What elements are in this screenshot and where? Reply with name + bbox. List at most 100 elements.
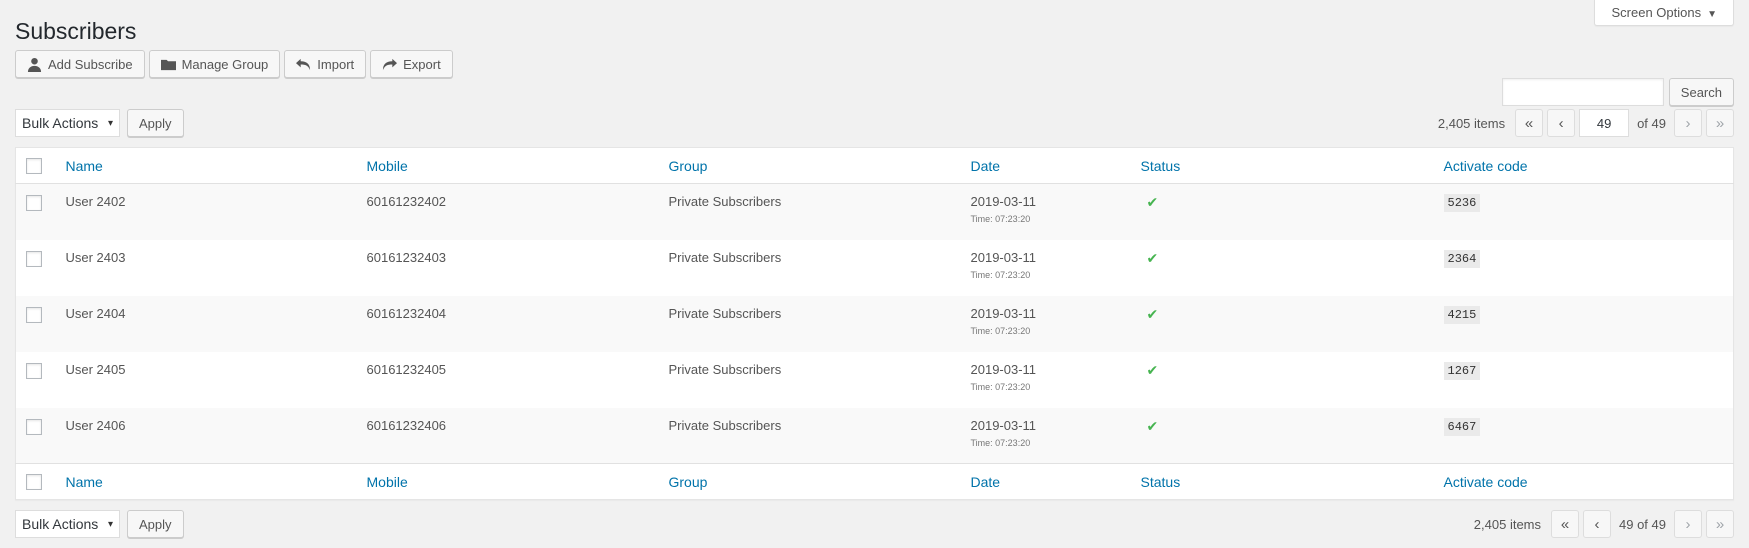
time-value: Time: 07:23:20 <box>970 381 1031 392</box>
cell-date: 2019-03-11 Time: 07:23:20 <box>961 240 1131 296</box>
cell-name: User 2404 <box>65 305 126 321</box>
current-page-input[interactable]: 49 <box>1579 109 1630 137</box>
select-all-cell <box>15 147 56 184</box>
date-value: 2019-03-11 <box>970 305 1037 321</box>
activate-code-value: 6467 <box>1443 417 1481 436</box>
next-page-button: › <box>1674 109 1702 137</box>
column-status-footer[interactable]: Status <box>1130 463 1434 500</box>
cell-status: ✔ <box>1131 352 1434 408</box>
first-page-button-bottom[interactable]: « <box>1551 510 1579 538</box>
row-select-cell <box>16 240 56 296</box>
action-toolbar: Add Subscribe Manage Group Import Export <box>15 50 453 78</box>
cell-date: 2019-03-11 Time: 07:23:20 <box>961 408 1131 464</box>
manage-group-button[interactable]: Manage Group <box>148 50 281 78</box>
cell-mobile: 60161232404 <box>366 305 447 321</box>
caret-down-icon: ▼ <box>1707 9 1717 20</box>
search-input[interactable] <box>1501 78 1664 106</box>
export-button[interactable]: Export <box>370 50 453 78</box>
redo-arrow-icon <box>383 58 398 70</box>
select-all-checkbox[interactable] <box>26 158 42 175</box>
activate-code-value: 5236 <box>1443 194 1481 212</box>
column-group[interactable]: Group <box>658 147 961 184</box>
time-value: Time: 07:23:20 <box>970 325 1031 336</box>
time-value: Time: 07:23:20 <box>970 214 1031 224</box>
cell-status: ✔ <box>1131 296 1434 352</box>
column-group-footer[interactable]: Group <box>658 463 961 500</box>
bulk-actions-select[interactable]: Bulk Actions ▾ <box>15 109 120 137</box>
next-page-button-bottom: › <box>1674 510 1702 538</box>
checkmark-icon: ✔ <box>1146 194 1159 210</box>
screen-options-label: Screen Options <box>1611 5 1702 20</box>
tablenav-top: Bulk Actions ▾ Apply 2,405 items « ‹ 49 … <box>15 109 1734 137</box>
row-checkbox[interactable] <box>26 362 42 379</box>
pagination-bottom: 2,405 items « ‹ 49 of 49 › » <box>1474 510 1734 538</box>
column-mobile[interactable]: Mobile <box>356 147 659 184</box>
cell-status: ✔ <box>1131 408 1434 464</box>
row-checkbox[interactable] <box>26 250 42 267</box>
row-checkbox[interactable] <box>26 418 42 435</box>
last-page-button: » <box>1706 109 1734 137</box>
cell-group: Private Subscribers <box>668 249 782 265</box>
cell-activate-code: 5236 <box>1434 184 1734 240</box>
apply-button[interactable]: Apply <box>127 109 184 137</box>
row-checkbox[interactable] <box>26 195 42 212</box>
cell-date: 2019-03-11 Time: 07:23:20 <box>961 184 1131 240</box>
table-row: User 2402 60161232402 Private Subscribers 2… <box>15 183 1734 240</box>
cell-group: Private Subscribers <box>668 194 782 209</box>
table-header-row: Name Mobile Group Date Status Activate c… <box>15 147 1734 184</box>
table-row: User 2406 60161232406 Private Subscribers 2… <box>15 407 1734 464</box>
cell-activate-code: 1267 <box>1434 352 1734 408</box>
table-row: User 2404 60161232404 Private Subscribers 2… <box>15 295 1734 352</box>
prev-page-button-bottom[interactable]: ‹ <box>1583 510 1611 538</box>
cell-status: ✔ <box>1131 184 1434 240</box>
tablenav-bottom: Bulk Actions ▾ Apply 2,405 items « ‹ 49 … <box>15 510 1734 538</box>
column-name-footer[interactable]: Name <box>55 463 357 500</box>
items-count: 2,405 items <box>1437 115 1506 131</box>
column-activate-code[interactable]: Activate code <box>1433 147 1734 184</box>
bulk-actions-select-bottom[interactable]: Bulk Actions ▾ <box>15 510 120 538</box>
cell-name: User 2406 <box>65 417 126 433</box>
column-mobile-footer[interactable]: Mobile <box>356 463 659 500</box>
cell-activate-code: 4215 <box>1434 296 1734 352</box>
first-page-button[interactable]: « <box>1515 109 1544 137</box>
cell-group: Private Subscribers <box>668 361 782 377</box>
cell-mobile: 60161232406 <box>366 417 447 433</box>
activate-code-value: 2364 <box>1443 249 1481 268</box>
cell-name: User 2405 <box>65 361 126 377</box>
import-button[interactable]: Import <box>284 50 367 78</box>
cell-group: Private Subscribers <box>668 417 782 433</box>
export-label: Export <box>403 56 441 72</box>
checkmark-icon: ✔ <box>1146 361 1159 378</box>
column-date[interactable]: Date <box>960 147 1131 184</box>
select-all-cell-footer <box>15 463 56 500</box>
apply-button-bottom[interactable]: Apply <box>127 510 184 538</box>
date-value: 2019-03-11 <box>970 194 1037 209</box>
column-activate-code-footer[interactable]: Activate code <box>1433 463 1734 500</box>
search-button[interactable]: Search <box>1668 78 1734 106</box>
table-footer-row: Name Mobile Group Date Status Activate c… <box>15 463 1734 500</box>
checkmark-icon: ✔ <box>1146 249 1159 266</box>
search-box: Search <box>1501 78 1734 106</box>
select-all-checkbox-footer[interactable] <box>26 474 42 491</box>
date-value: 2019-03-11 <box>970 249 1037 265</box>
user-icon <box>27 57 42 72</box>
prev-page-button[interactable]: ‹ <box>1547 109 1576 137</box>
row-checkbox[interactable] <box>26 306 42 323</box>
column-name[interactable]: Name <box>55 147 357 184</box>
cell-activate-code: 6467 <box>1434 408 1734 464</box>
items-count-bottom: 2,405 items <box>1473 516 1541 532</box>
add-subscribe-button[interactable]: Add Subscribe <box>15 50 145 78</box>
time-value: Time: 07:23:20 <box>970 269 1031 280</box>
row-select-cell <box>16 408 56 464</box>
column-status[interactable]: Status <box>1130 147 1434 184</box>
chevron-down-icon: ▾ <box>107 518 113 530</box>
screen-options-button[interactable]: Screen Options ▼ <box>1594 0 1734 26</box>
table-body: User 2402 60161232402 Private Subscribers 2… <box>15 183 1734 464</box>
manage-group-label: Manage Group <box>181 56 269 72</box>
table-row: User 2403 60161232403 Private Subscribers 2… <box>16 240 1734 296</box>
undo-arrow-icon <box>296 58 311 70</box>
time-value: Time: 07:23:20 <box>970 437 1031 448</box>
row-select-cell <box>16 296 56 352</box>
column-date-footer[interactable]: Date <box>960 463 1131 500</box>
cell-mobile: 60161232402 <box>366 194 447 209</box>
